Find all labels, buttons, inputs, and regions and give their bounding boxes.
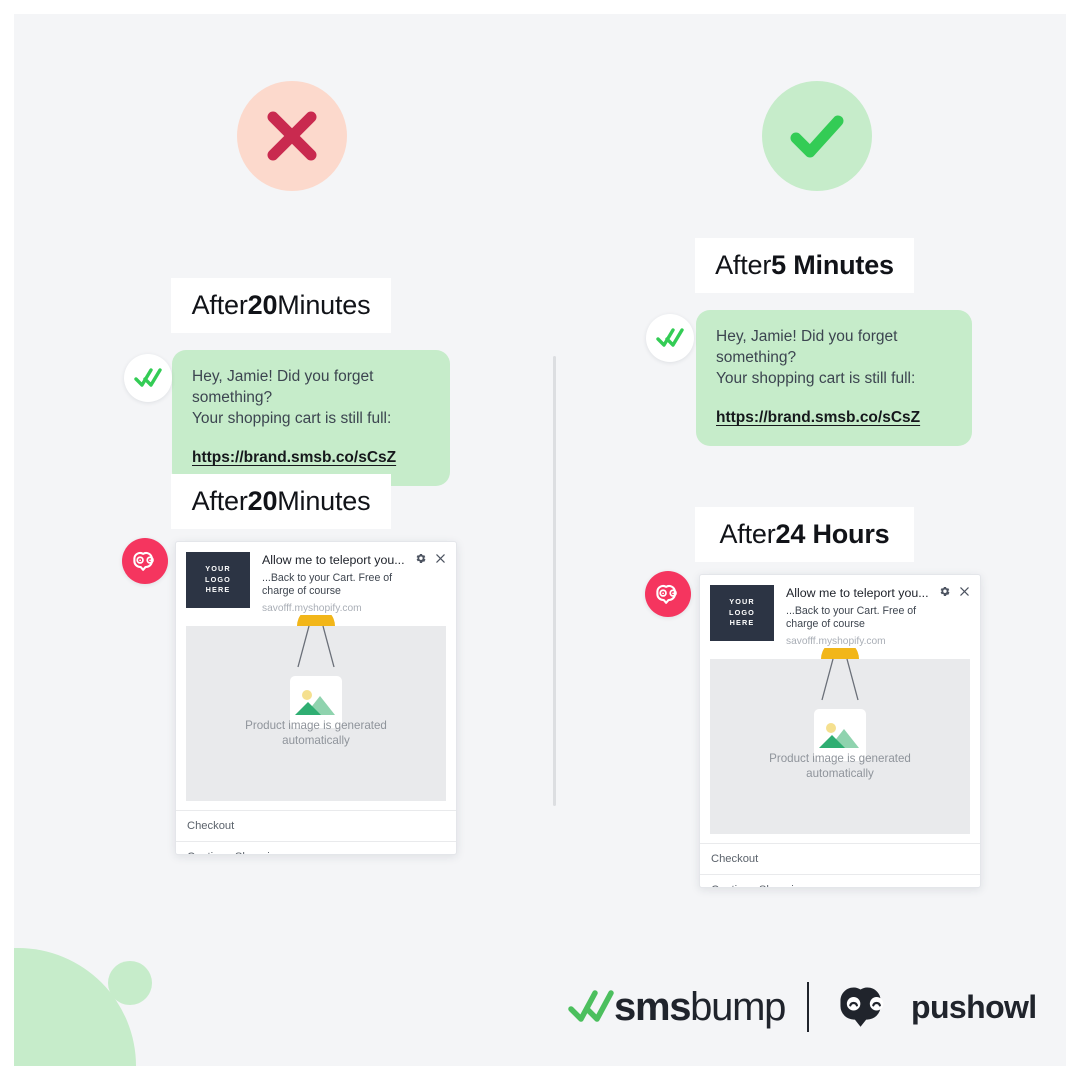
footer-logos: smsbump pushowl xyxy=(568,982,1037,1032)
double-check-icon xyxy=(568,990,614,1022)
avatar-double-check-right xyxy=(646,314,694,362)
sms-link[interactable]: https://brand.smsb.co/sCsZ xyxy=(716,407,952,428)
brand-logo-placeholder: YOUR LOGO HERE xyxy=(186,552,250,608)
double-check-icon xyxy=(134,368,162,387)
logo-line-3: HERE xyxy=(729,618,755,628)
sms-line-2: Your shopping cart is still full: xyxy=(716,370,916,387)
avatar-owl-left xyxy=(122,538,168,584)
caption-prefix: After xyxy=(191,290,248,320)
sms-line-1: Hey, Jamie! Did you forget something? xyxy=(716,328,898,366)
close-icon[interactable] xyxy=(435,553,446,564)
caption-prefix: After xyxy=(715,250,772,280)
status-badge-good xyxy=(762,81,872,191)
caption-value: 20 xyxy=(247,486,278,516)
media-caption-line-1: Product image is generated xyxy=(769,752,911,765)
logo-line-2: LOGO xyxy=(205,574,231,584)
close-icon[interactable] xyxy=(959,586,970,597)
avatar-owl-right xyxy=(645,571,691,617)
logo-line-3: HERE xyxy=(205,585,231,595)
push-checkout-button[interactable]: Checkout xyxy=(176,810,456,841)
avatar-double-check-left xyxy=(124,354,172,402)
push-text-block: Allow me to teleport you... ...Back to y… xyxy=(774,585,970,647)
push-title: Allow me to teleport you... xyxy=(786,586,929,600)
owl-icon xyxy=(132,551,154,571)
sms-bubble-left: Hey, Jamie! Did you forget something? Yo… xyxy=(172,350,450,486)
logo-separator xyxy=(807,982,810,1032)
sms-line-1: Hey, Jamie! Did you forget something? xyxy=(192,368,374,406)
push-header: YOUR LOGO HERE Allow me to teleport you.… xyxy=(176,542,456,622)
push-media-caption: Product image is generated automatically xyxy=(186,718,446,748)
smsbump-light: bump xyxy=(690,985,786,1029)
push-domain: savofff.myshopify.com xyxy=(262,603,362,614)
caption-right-sms: After 5 Minutes xyxy=(695,238,914,293)
sms-line-2: Your shopping cart is still full: xyxy=(192,410,392,427)
media-caption-line-1: Product image is generated xyxy=(245,719,387,732)
caption-left-sms: After 20 Minutes xyxy=(171,278,391,333)
push-media-area: Product image is generated automatically xyxy=(186,615,446,801)
owl-icon xyxy=(655,584,677,604)
push-body: ...Back to your Cart. Free of charge of … xyxy=(262,572,393,597)
double-check-icon xyxy=(656,328,684,347)
caption-prefix: After xyxy=(191,486,248,516)
caption-value: 5 Minutes xyxy=(771,250,894,280)
smsbump-wordmark: smsbump xyxy=(614,985,786,1029)
push-domain: savofff.myshopify.com xyxy=(786,636,886,647)
cross-icon xyxy=(267,111,317,161)
pushowl-wordmark: pushowl xyxy=(911,989,1037,1025)
sms-link[interactable]: https://brand.smsb.co/sCsZ xyxy=(192,447,430,468)
poster-canvas: After 20 Minutes Hey, Jamie! Did you for… xyxy=(14,14,1066,1066)
push-checkout-button[interactable]: Checkout xyxy=(700,843,980,874)
caption-right-push: After 24 Hours xyxy=(695,507,914,562)
owl-icon xyxy=(840,987,884,1027)
check-icon xyxy=(790,115,844,158)
logo-line-1: YOUR xyxy=(729,597,755,607)
push-actions: Checkout Continue Shopping xyxy=(700,843,980,887)
push-header-icons xyxy=(938,585,970,598)
push-actions: Checkout Continue Shopping xyxy=(176,810,456,854)
column-divider xyxy=(553,356,556,806)
push-text-block: Allow me to teleport you... ...Back to y… xyxy=(250,552,446,614)
caption-value: 24 Hours xyxy=(775,519,890,549)
push-body: ...Back to your Cart. Free of charge of … xyxy=(786,605,917,630)
logo-line-1: YOUR xyxy=(205,564,231,574)
push-title: Allow me to teleport you... xyxy=(262,553,405,567)
sms-bubble-right: Hey, Jamie! Did you forget something? Yo… xyxy=(696,310,972,446)
decorative-dot-circle xyxy=(108,961,152,1005)
push-notification-card-left: YOUR LOGO HERE Allow me to teleport you.… xyxy=(175,541,457,855)
media-caption-line-2: automatically xyxy=(806,767,874,780)
push-media-area: Product image is generated automatically xyxy=(710,648,970,834)
logo-line-2: LOGO xyxy=(729,607,755,617)
push-continue-shopping-button[interactable]: Continue Shopping xyxy=(176,841,456,854)
brand-logo-placeholder: YOUR LOGO HERE xyxy=(710,585,774,641)
caption-prefix: After xyxy=(719,519,776,549)
push-notification-card-right: YOUR LOGO HERE Allow me to teleport you.… xyxy=(699,574,981,888)
caption-value: 20 xyxy=(247,290,278,320)
caption-left-push: After 20 Minutes xyxy=(171,474,391,529)
push-media-caption: Product image is generated automatically xyxy=(710,751,970,781)
push-header-icons xyxy=(414,552,446,565)
media-caption-line-2: automatically xyxy=(282,734,350,747)
caption-suffix: Minutes xyxy=(277,486,371,516)
push-continue-shopping-button[interactable]: Continue Shopping xyxy=(700,874,980,887)
gear-icon[interactable] xyxy=(938,585,951,598)
status-badge-bad xyxy=(237,81,347,191)
push-header: YOUR LOGO HERE Allow me to teleport you.… xyxy=(700,575,980,655)
gear-icon[interactable] xyxy=(414,552,427,565)
caption-suffix: Minutes xyxy=(277,290,371,320)
smsbump-bold: sms xyxy=(614,985,691,1029)
